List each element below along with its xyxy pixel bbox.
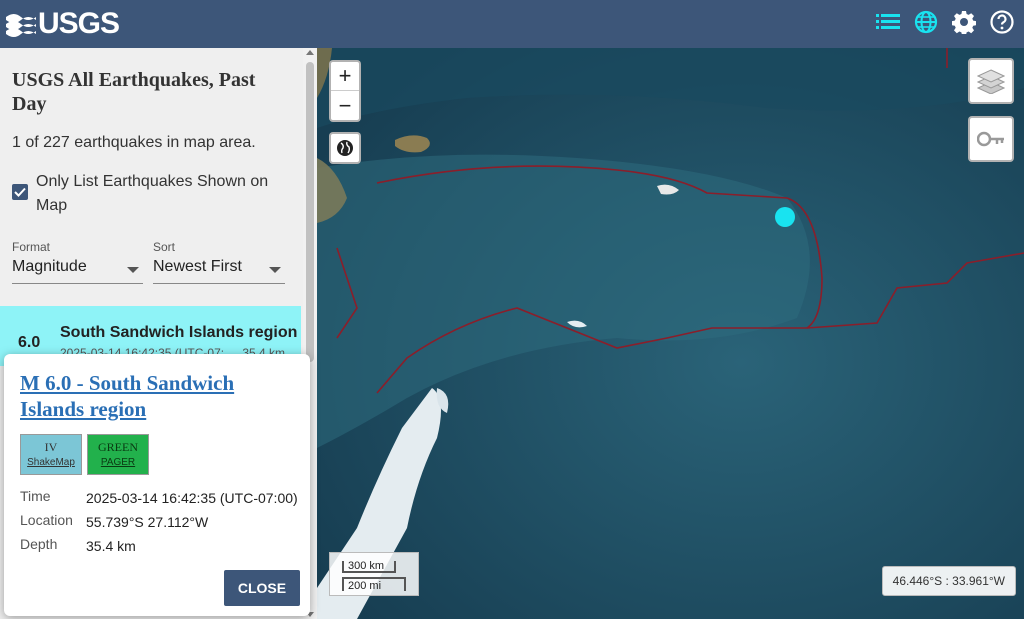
usgs-wave-icon bbox=[6, 14, 36, 37]
only-list-label: Only List Earthquakes Shown on Map bbox=[36, 173, 269, 214]
sort-select[interactable]: Newest First bbox=[153, 258, 285, 284]
zoom-control: + − bbox=[329, 60, 361, 122]
earthquake-place: South Sandwich Islands region bbox=[60, 324, 298, 341]
chevron-down-icon bbox=[127, 267, 139, 273]
layers-icon bbox=[977, 69, 1005, 94]
location-value: 55.739°S 27.112°W bbox=[86, 514, 209, 530]
world-view-button[interactable] bbox=[329, 132, 361, 164]
earthquake-marker[interactable] bbox=[775, 207, 795, 227]
popup-title-link[interactable]: M 6.0 - South Sandwich Islands region bbox=[20, 370, 290, 422]
scroll-up-icon[interactable] bbox=[306, 50, 314, 55]
map-scale: 300 km 200 mi bbox=[329, 552, 419, 596]
usgs-logo[interactable]: USGS bbox=[6, 7, 120, 41]
map-basemap bbox=[317, 48, 1024, 619]
sort-label: Sort bbox=[153, 240, 176, 254]
earthquake-popup: M 6.0 - South Sandwich Islands region IV… bbox=[4, 354, 310, 616]
app-header: USGS bbox=[0, 0, 1024, 48]
map-view[interactable]: + − 300 km 200 mi 46.446°S : 33.961°W bbox=[317, 48, 1024, 619]
pager-level: GREEN bbox=[98, 439, 138, 454]
chevron-down-icon bbox=[269, 267, 281, 273]
scroll-thumb[interactable] bbox=[306, 62, 314, 362]
zoom-out-button[interactable]: − bbox=[331, 91, 359, 120]
scale-km: 300 km bbox=[342, 561, 396, 573]
sort-value: Newest First bbox=[153, 258, 242, 275]
time-label: Time bbox=[20, 488, 51, 504]
gear-icon[interactable] bbox=[950, 8, 978, 36]
shakemap-badge[interactable]: IV ShakeMap bbox=[20, 434, 82, 475]
legend-button[interactable] bbox=[968, 116, 1014, 162]
format-select[interactable]: Magnitude bbox=[12, 258, 143, 284]
pager-label: PAGER bbox=[100, 456, 136, 468]
only-list-toggle[interactable]: Only List Earthquakes Shown on Map bbox=[12, 170, 281, 218]
format-value: Magnitude bbox=[12, 258, 87, 275]
pager-badge[interactable]: GREEN PAGER bbox=[87, 434, 149, 475]
mouse-coordinates: 46.446°S : 33.961°W bbox=[881, 566, 1016, 596]
depth-value: 35.4 km bbox=[86, 538, 136, 554]
key-icon bbox=[977, 131, 1004, 147]
zoom-in-button[interactable]: + bbox=[331, 62, 359, 91]
only-list-checkbox[interactable] bbox=[12, 184, 28, 200]
format-label: Format bbox=[12, 240, 51, 254]
help-icon[interactable] bbox=[988, 8, 1016, 36]
time-value: 2025-03-14 16:42:35 (UTC-07:00) bbox=[86, 490, 298, 506]
feed-title: USGS All Earthquakes, Past Day bbox=[12, 69, 256, 115]
location-label: Location bbox=[20, 512, 73, 528]
checkmark-icon bbox=[14, 187, 26, 197]
shakemap-intensity: IV bbox=[44, 439, 58, 454]
earthquake-count: 1 of 227 earthquakes in map area. bbox=[12, 134, 256, 151]
list-icon[interactable] bbox=[874, 8, 902, 36]
globe-icon bbox=[337, 140, 353, 156]
layers-button[interactable] bbox=[968, 58, 1014, 104]
scale-mi: 200 mi bbox=[342, 577, 406, 592]
shakemap-label: ShakeMap bbox=[27, 456, 75, 468]
logo-text: USGS bbox=[38, 7, 120, 40]
close-button[interactable]: CLOSE bbox=[224, 570, 300, 606]
globe-icon[interactable] bbox=[912, 8, 940, 36]
depth-label: Depth bbox=[20, 536, 58, 552]
earthquake-magnitude: 6.0 bbox=[18, 334, 41, 351]
